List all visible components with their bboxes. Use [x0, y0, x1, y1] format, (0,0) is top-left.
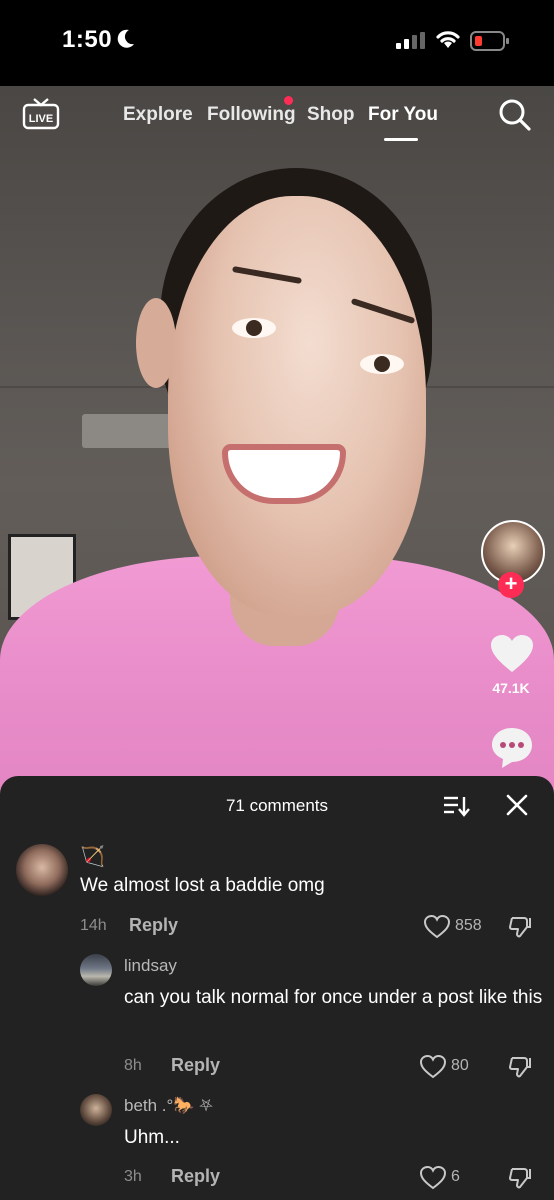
wifi-icon	[436, 31, 460, 48]
comment-time: 14h	[80, 917, 107, 934]
tab-explore[interactable]: Explore	[123, 104, 193, 126]
heart-outline-icon[interactable]	[420, 1055, 446, 1079]
comments-sheet: 71 comments 🏹 We almost lost a baddie om…	[0, 776, 554, 1200]
live-label: LIVE	[29, 113, 53, 125]
reply-avatar[interactable]	[80, 1094, 112, 1126]
active-tab-indicator	[384, 138, 418, 141]
reply-button[interactable]: Reply	[129, 915, 178, 936]
reply-button[interactable]: Reply	[171, 1055, 220, 1076]
close-icon[interactable]	[506, 794, 528, 816]
reply-author-name[interactable]: lindsay	[124, 956, 177, 976]
notification-dot	[284, 96, 293, 105]
tab-for-you[interactable]: For You	[368, 104, 438, 126]
reply-time: 8h	[124, 1057, 142, 1074]
left-eye	[232, 318, 276, 338]
battery-low-icon	[470, 31, 509, 51]
plus-icon[interactable]: +	[498, 572, 524, 598]
moon-icon	[117, 29, 134, 48]
reply-avatar[interactable]	[80, 954, 112, 986]
reply-text: Uhm...	[124, 1127, 180, 1148]
like-count: 47.1K	[492, 680, 530, 696]
commenter-name[interactable]: 🏹	[80, 844, 105, 869]
comment-bubble-icon[interactable]	[490, 726, 534, 770]
reply-time: 3h	[124, 1168, 142, 1185]
commenter-avatar[interactable]	[16, 844, 68, 896]
signal-icon	[396, 32, 425, 49]
video-player[interactable]	[0, 86, 554, 806]
status-time: 1:50	[62, 26, 113, 53]
heart-icon[interactable]	[490, 634, 534, 674]
reply-author-name[interactable]: beth .°🐎 ⛧	[124, 1096, 213, 1116]
air-conditioner	[82, 414, 172, 448]
status-bar: 1:50	[0, 0, 554, 86]
comments-count-title: 71 comments	[225, 796, 329, 815]
dislike-icon[interactable]	[508, 915, 532, 939]
reply-button[interactable]: Reply	[171, 1166, 220, 1187]
dislike-icon[interactable]	[508, 1055, 532, 1079]
comment-like-count: 858	[455, 917, 482, 934]
comment-text: We almost lost a baddie omg	[80, 875, 325, 896]
search-icon[interactable]	[498, 98, 532, 132]
tab-following[interactable]: Following	[207, 104, 296, 126]
heart-outline-icon[interactable]	[424, 915, 450, 939]
heart-outline-icon[interactable]	[420, 1166, 446, 1190]
reply-like-count: 80	[451, 1057, 469, 1074]
tab-shop[interactable]: Shop	[307, 104, 355, 126]
sort-icon[interactable]	[442, 794, 470, 818]
reply-text: can you talk normal for once under a pos…	[124, 987, 543, 1008]
face	[168, 196, 426, 616]
live-icon[interactable]: LIVE	[22, 98, 60, 130]
right-eye	[360, 354, 404, 374]
reply-like-count: 6	[451, 1168, 460, 1185]
dislike-icon[interactable]	[508, 1166, 532, 1190]
